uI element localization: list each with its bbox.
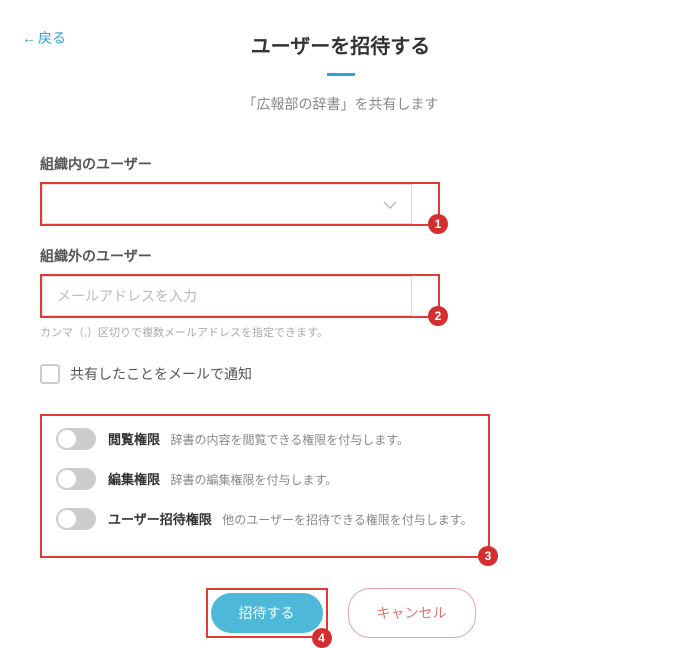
annotation-badge-3: 3 — [478, 546, 498, 566]
external-helper-text: カンマ（,）区切りで複数メールアドレスを指定できます。 — [40, 324, 641, 340]
permission-row-invite: ユーザー招待権限 他のユーザーを招待できる権限を付与します。 — [56, 508, 474, 530]
permission-row-edit: 編集権限 辞書の編集権限を付与します。 — [56, 468, 474, 490]
view-permission-title: 閲覧権限 — [108, 432, 160, 447]
annotation-badge-1: 1 — [428, 214, 448, 234]
back-label: 戻る — [38, 28, 66, 48]
page-subtitle: 「広報部の辞書」を共有します — [30, 94, 651, 114]
edit-permission-desc: 辞書の編集権限を付与します。 — [170, 473, 337, 487]
view-permission-toggle[interactable] — [56, 428, 96, 450]
edit-permission-toggle[interactable] — [56, 468, 96, 490]
annotation-badge-4: 4 — [312, 628, 332, 648]
invite-permission-title: ユーザー招待権限 — [108, 512, 212, 527]
button-row: 招待する 4 キャンセル — [40, 588, 641, 638]
edit-permission-title: 編集権限 — [108, 472, 160, 487]
internal-user-field-group: 組織内のユーザー 1 — [40, 154, 641, 226]
annotation-badge-2: 2 — [428, 306, 448, 326]
arrow-left-icon: ← — [22, 30, 36, 46]
notify-checkbox[interactable] — [40, 364, 60, 384]
back-link[interactable]: ← 戻る — [22, 28, 66, 48]
invite-button[interactable]: 招待する — [211, 593, 323, 633]
permissions-group: 閲覧権限 辞書の内容を閲覧できる権限を付与します。 編集権限 辞書の編集権限を付… — [40, 414, 490, 558]
page-header: ユーザーを招待する 「広報部の辞書」を共有します — [30, 30, 651, 114]
external-user-field-group: 組織外のユーザー 2 カンマ（,）区切りで複数メールアドレスを指定できます。 — [40, 246, 641, 340]
external-user-label: 組織外のユーザー — [40, 246, 641, 266]
chevron-down-icon — [383, 196, 397, 212]
title-underline — [327, 73, 355, 76]
cancel-button[interactable]: キャンセル — [348, 588, 476, 638]
notify-label: 共有したことをメールで通知 — [70, 364, 252, 384]
view-permission-desc: 辞書の内容を閲覧できる権限を付与します。 — [170, 433, 409, 447]
external-email-input[interactable] — [42, 276, 412, 316]
permission-row-view: 閲覧権限 辞書の内容を閲覧できる権限を付与します。 — [56, 428, 474, 450]
invite-permission-toggle[interactable] — [56, 508, 96, 530]
page-title: ユーザーを招待する — [30, 30, 651, 59]
internal-user-select[interactable] — [42, 184, 412, 224]
invite-permission-desc: 他のユーザーを招待できる権限を付与します。 — [222, 513, 472, 527]
internal-user-label: 組織内のユーザー — [40, 154, 641, 174]
notify-checkbox-row: 共有したことをメールで通知 — [40, 364, 641, 384]
